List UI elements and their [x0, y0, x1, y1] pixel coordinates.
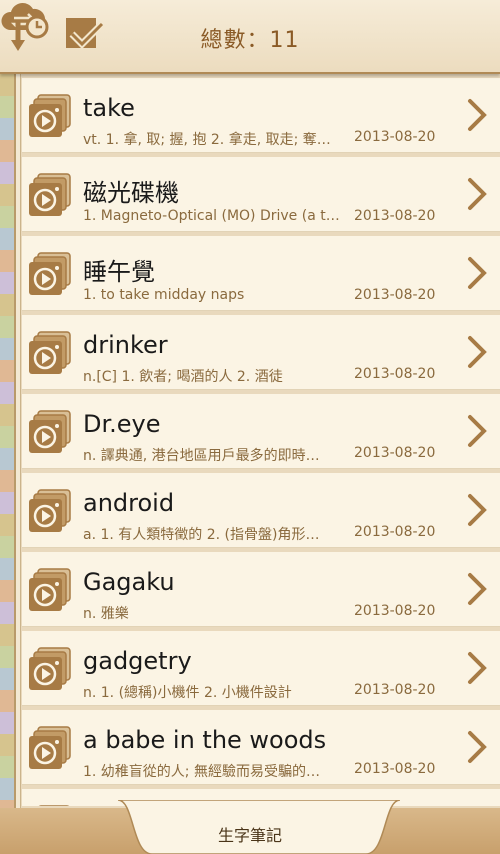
audio-card-icon	[29, 410, 71, 453]
word-date: 2013-08-20	[354, 129, 436, 145]
chevron-right-icon[interactable]	[466, 572, 488, 606]
bottom-tab-bar: 生字筆記	[0, 800, 500, 854]
chevron-right-icon[interactable]	[466, 98, 488, 132]
audio-card-icon	[29, 94, 71, 137]
audio-card-icon	[29, 568, 71, 611]
chevron-right-icon[interactable]	[466, 256, 488, 290]
page-title: 總數：11	[200, 28, 300, 53]
word-title: drinker	[83, 331, 168, 359]
word-list-item[interactable]: 磁光碟機 1. Magneto-Optical (MO) Drive (a t……	[22, 157, 500, 232]
word-definition: 1. to take midday naps	[83, 287, 245, 303]
notebook-margin	[16, 74, 21, 808]
word-definition: n. 1. (總稱)小機件 2. 小機件設計	[83, 685, 292, 701]
chevron-right-icon[interactable]	[466, 493, 488, 527]
word-title: android	[83, 489, 175, 517]
word-definition: a. 1. 有人類特徵的 2. (指骨盤)角形…	[83, 527, 320, 543]
word-list[interactable]: take vt. 1. 拿, 取; 握, 抱 2. 拿走, 取走; 奪… 201…	[22, 78, 500, 806]
audio-card-icon	[29, 647, 71, 690]
word-list-item[interactable]: a babe in the woods 1. 幼稚盲從的人; 無經驗而易受騙的……	[22, 710, 500, 785]
audio-card-icon	[29, 726, 71, 769]
word-list-item[interactable]: Dr.eye n. 譯典通, 港台地區用戶最多的即時… 2013-08-20	[22, 394, 500, 469]
word-list-item[interactable]: android a. 1. 有人類特徵的 2. (指骨盤)角形… 2013-08…	[22, 473, 500, 548]
audio-card-icon	[38, 805, 70, 806]
word-definition: 1. 幼稚盲從的人; 無經驗而易受騙的…	[83, 764, 320, 780]
word-date: 2013-08-20	[354, 208, 436, 224]
word-date: 2013-08-20	[354, 761, 436, 777]
chevron-right-icon[interactable]	[466, 177, 488, 211]
audio-card-icon	[29, 252, 71, 295]
chevron-right-icon[interactable]	[466, 651, 488, 685]
tab-vocab-notes-label: 生字筆記	[217, 826, 282, 845]
word-definition: vt. 1. 拿, 取; 握, 抱 2. 拿走, 取走; 奪…	[83, 132, 331, 148]
word-list-item[interactable]: gadgetry n. 1. (總稱)小機件 2. 小機件設計 2013-08-…	[22, 631, 500, 706]
word-title: gadgetry	[83, 647, 192, 675]
word-title: Dr.eye	[83, 410, 161, 438]
word-date: 2013-08-20	[354, 682, 436, 698]
word-title: Gagaku	[83, 568, 175, 596]
word-list-item[interactable]: 睡午覺 1. to take midday naps 2013-08-20	[22, 236, 500, 311]
audio-card-icon	[29, 173, 71, 216]
word-date: 2013-08-20	[354, 445, 436, 461]
word-list-item[interactable]: take vt. 1. 拿, 取; 握, 抱 2. 拿走, 取走; 奪… 201…	[22, 78, 500, 153]
audio-card-icon	[29, 489, 71, 532]
word-list-item[interactable]: Gagaku n. 雅樂 2013-08-20	[22, 552, 500, 627]
audio-card-icon	[29, 331, 71, 374]
word-definition: n.[C] 1. 飲者; 喝酒的人 2. 酒徒	[83, 369, 283, 385]
word-title: take	[83, 94, 135, 122]
chevron-right-icon[interactable]	[466, 335, 488, 369]
notebook-spine	[0, 74, 16, 808]
chevron-right-icon[interactable]	[466, 414, 488, 448]
word-title: a babe in the woods	[83, 726, 327, 754]
word-title: 睡午覺	[83, 258, 155, 286]
word-title: 磁光碟機	[83, 179, 179, 207]
word-definition: n. 譯典通, 港台地區用戶最多的即時…	[83, 448, 320, 464]
word-definition: 1. Magneto-Optical (MO) Drive (a t…	[83, 208, 340, 224]
word-list-item[interactable]: drinker n.[C] 1. 飲者; 喝酒的人 2. 酒徒 2013-08-…	[22, 315, 500, 390]
word-date: 2013-08-20	[354, 524, 436, 540]
word-date: 2013-08-20	[354, 366, 436, 382]
word-date: 2013-08-20	[354, 603, 436, 619]
top-toolbar: 總數：11	[0, 0, 500, 74]
word-definition: n. 雅樂	[83, 606, 129, 622]
chevron-right-icon[interactable]	[466, 730, 488, 764]
word-date: 2013-08-20	[354, 287, 436, 303]
